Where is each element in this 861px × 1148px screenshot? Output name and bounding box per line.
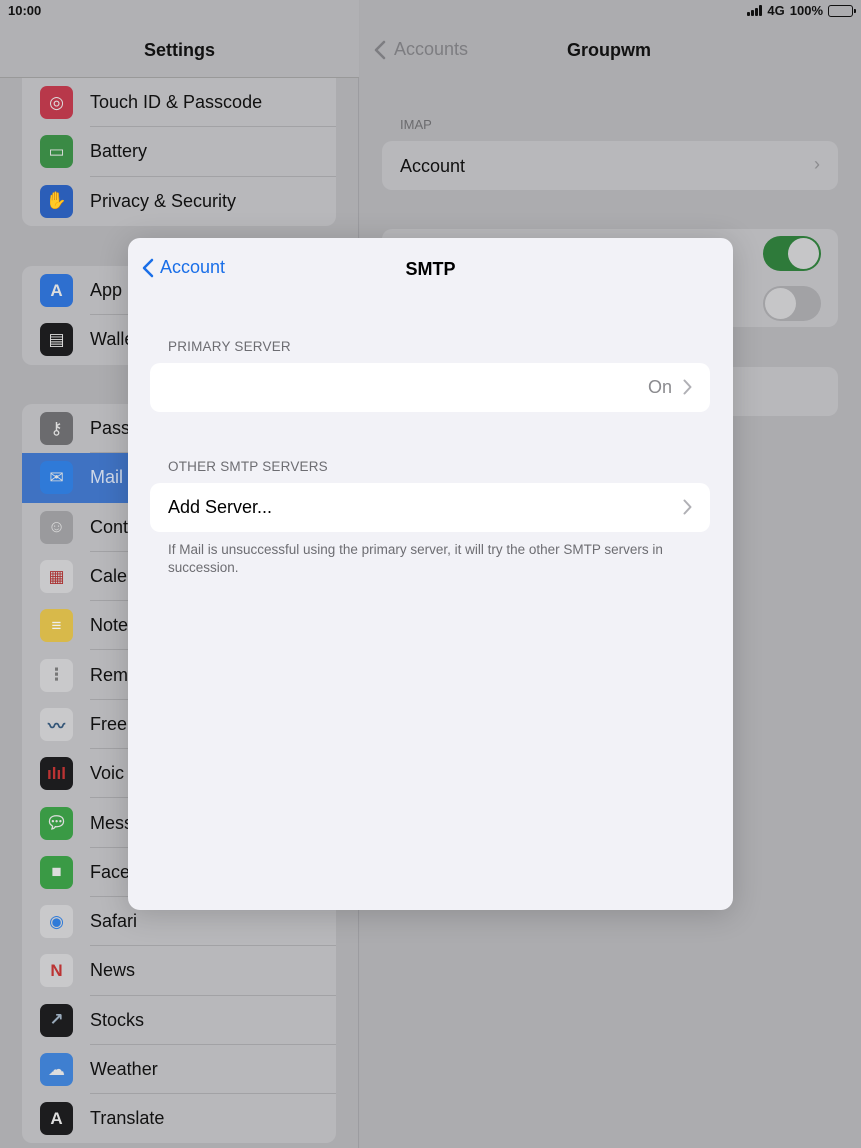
- status-bar: 10:00 4G 100%: [0, 0, 861, 22]
- wallet-icon: ▤: [40, 323, 73, 357]
- primary-server-row[interactable]: On: [150, 363, 710, 412]
- weather-icon: ☁: [40, 1053, 73, 1086]
- account-row[interactable]: Account ›: [382, 141, 838, 190]
- add-server-row[interactable]: Add Server...: [150, 483, 710, 532]
- sidebar-item-label: Cont: [90, 516, 129, 537]
- key-icon: ⚷: [40, 412, 73, 446]
- sidebar-item-label: Mess: [90, 812, 134, 833]
- battery-icon: ▭: [40, 135, 73, 169]
- account-row-label: Account: [400, 156, 466, 176]
- sidebar-title: Settings: [143, 40, 215, 60]
- toggle-on[interactable]: [763, 236, 821, 271]
- sidebar-item-label: News: [90, 960, 136, 981]
- smtp-modal: Account SMTP PRIMARY SERVER On OTHER SMT…: [128, 238, 733, 910]
- sidebar-item-label: Rem: [90, 664, 129, 685]
- sidebar-item-label: Note: [90, 615, 129, 636]
- chevron-right-icon: [683, 499, 692, 515]
- cellular-signal-icon: [747, 5, 763, 16]
- notes-icon: ≡: [40, 609, 73, 643]
- add-server-label: Add Server...: [168, 497, 273, 517]
- smtp-footnote: If Mail is unsuccessful using the primar…: [168, 542, 663, 575]
- chevron-right-icon: [683, 379, 692, 395]
- hand-icon: ✋: [40, 184, 73, 218]
- stocks-icon: ↗: [40, 1003, 73, 1037]
- sidebar-item-label: Stocks: [90, 1009, 145, 1030]
- back-label: Accounts: [394, 39, 469, 59]
- status-time: 10:00: [8, 3, 42, 18]
- sidebar-item-label: Translate: [90, 1108, 165, 1129]
- sidebar-item-label: Free: [90, 713, 128, 734]
- sidebar-item-translate[interactable]: A Translate: [22, 1094, 336, 1143]
- chevron-right-icon: ›: [814, 154, 820, 174]
- translate-icon: A: [40, 1102, 73, 1136]
- sidebar-item-label: Battery: [90, 141, 148, 162]
- sidebar-item-stocks[interactable]: ↗ Stocks: [22, 996, 336, 1045]
- back-to-accounts-button[interactable]: Accounts: [374, 39, 468, 60]
- modal-title: SMTP: [405, 259, 456, 279]
- reminders-icon: ⋮: [40, 658, 73, 692]
- sidebar-item-weather[interactable]: ☁ Weather: [22, 1045, 336, 1095]
- fingerprint-icon: ◎: [40, 86, 73, 120]
- sidebar-item-label: Voic: [90, 763, 125, 784]
- sidebar-item-touch-id[interactable]: ◎ Touch ID & Passcode: [22, 78, 336, 128]
- news-icon: N: [40, 954, 73, 988]
- sidebar-item-label: Face: [90, 861, 131, 882]
- sidebar-group-1: ◎ Touch ID & Passcode ▭ Battery ✋ Privac…: [22, 78, 336, 226]
- battery-icon: [828, 4, 856, 17]
- primary-server-header: PRIMARY SERVER: [168, 339, 291, 354]
- sidebar-item-label: Cale: [90, 566, 128, 587]
- messages-icon: 💬︎: [40, 806, 73, 840]
- sidebar-item-label: Mail: [90, 467, 124, 488]
- mail-icon: ✉: [40, 461, 73, 495]
- sidebar-item-label: Pass: [90, 418, 131, 439]
- sidebar-item-label: Safari: [90, 911, 138, 932]
- sidebar-item-label: Weather: [90, 1059, 158, 1079]
- sidebar-item-privacy[interactable]: ✋ Privacy & Security: [22, 177, 336, 226]
- app-store-icon: A: [40, 274, 73, 308]
- voice-memos-icon: ılıl: [40, 757, 73, 791]
- other-smtp-servers-header: OTHER SMTP SERVERS: [168, 459, 328, 474]
- calendar-icon: ▦: [40, 560, 73, 594]
- sidebar-item-news[interactable]: N News: [22, 946, 336, 996]
- sidebar-item-battery[interactable]: ▭ Battery: [22, 127, 336, 177]
- sidebar-item-label: Touch ID & Passcode: [90, 92, 263, 113]
- battery-percent: 100%: [789, 3, 823, 18]
- sidebar-item-label: App: [90, 280, 123, 301]
- chevron-left-icon: [374, 40, 386, 59]
- status-right: 4G 100%: [747, 3, 856, 18]
- toggle-off[interactable]: [763, 286, 821, 321]
- safari-icon: ◉: [40, 905, 73, 939]
- network-type: 4G: [767, 3, 785, 18]
- facetime-icon: ■: [40, 855, 73, 889]
- imap-section-header: IMAP: [400, 117, 432, 132]
- freeform-icon: 〰: [40, 707, 73, 741]
- sidebar-item-label: Privacy & Security: [90, 190, 237, 211]
- contacts-icon: ☺: [40, 510, 73, 544]
- detail-title: Groupwm: [567, 40, 651, 60]
- primary-server-status: On: [647, 377, 672, 397]
